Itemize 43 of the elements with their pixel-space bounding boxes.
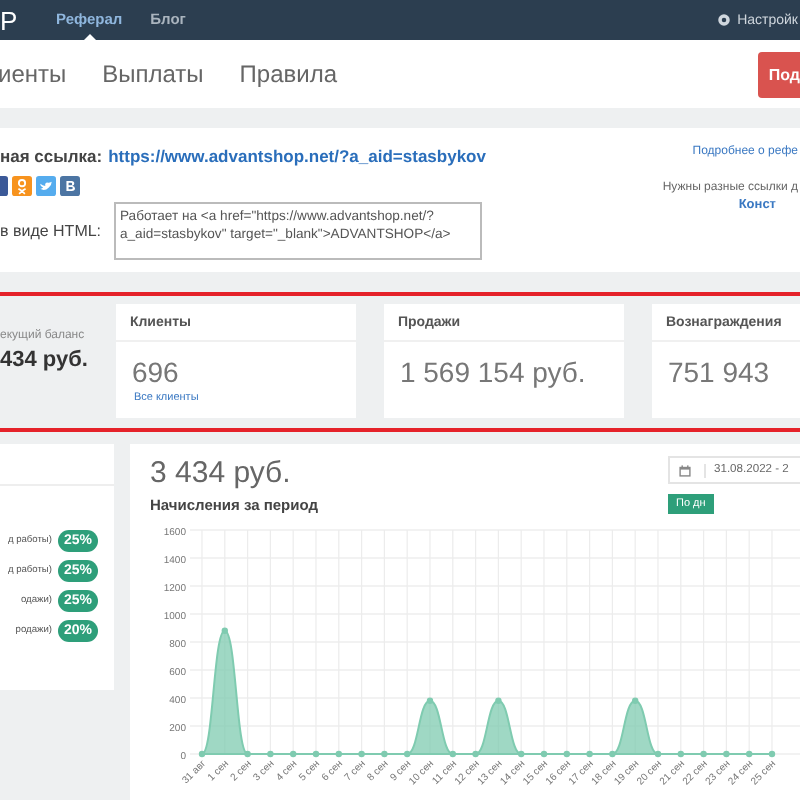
odnoklassniki-share-icon[interactable]: [12, 176, 32, 196]
data-point: [746, 750, 753, 758]
data-point: [267, 750, 274, 758]
data-point: [290, 750, 297, 758]
data-point: [449, 750, 456, 758]
balance-value: 434 руб.: [0, 348, 88, 372]
stat-value: 751 943: [665, 354, 772, 388]
data-point: [358, 750, 365, 758]
data-point: [426, 697, 434, 704]
section-tab[interactable]: Выплаты: [102, 60, 204, 88]
earnings-total: 3 434 руб.: [150, 456, 293, 490]
data-point: [472, 750, 479, 758]
data-point: [723, 750, 730, 758]
data-point: [198, 750, 206, 758]
data-point: [244, 750, 251, 758]
stat-value: 1 569 154 руб.: [397, 354, 588, 388]
data-point: [586, 750, 593, 758]
data-point: [404, 750, 411, 758]
data-point: [221, 627, 228, 634]
data-point: [563, 750, 570, 758]
data-point: [677, 750, 684, 758]
html-code-label: в виде HTML:: [0, 222, 104, 240]
link-label: ная ссылка:: [0, 146, 103, 166]
data-point: [312, 750, 320, 758]
vk-share-icon[interactable]: [60, 176, 80, 196]
data-point: [381, 750, 388, 758]
section-tab[interactable]: Правила: [239, 60, 338, 88]
bird-share-icon[interactable]: [36, 176, 56, 196]
data-point: [609, 750, 616, 758]
logo-letter: P: [0, 5, 20, 35]
section-tab[interactable]: иенты: [0, 60, 67, 88]
data-point: [632, 697, 639, 704]
data-point: [654, 750, 662, 758]
stat-value: 696: [129, 354, 181, 388]
data-point: [335, 750, 342, 758]
data-point: [700, 750, 707, 758]
referral-link[interactable]: https://www.advantshop.net/?a_aid=stasbykov: [108, 146, 486, 166]
data-point: [768, 750, 776, 758]
action-button[interactable]: Под: [758, 51, 800, 97]
data-point: [518, 750, 525, 758]
data-point: [495, 697, 502, 704]
settings-icon[interactable]: [715, 12, 732, 28]
data-point: [540, 750, 548, 758]
